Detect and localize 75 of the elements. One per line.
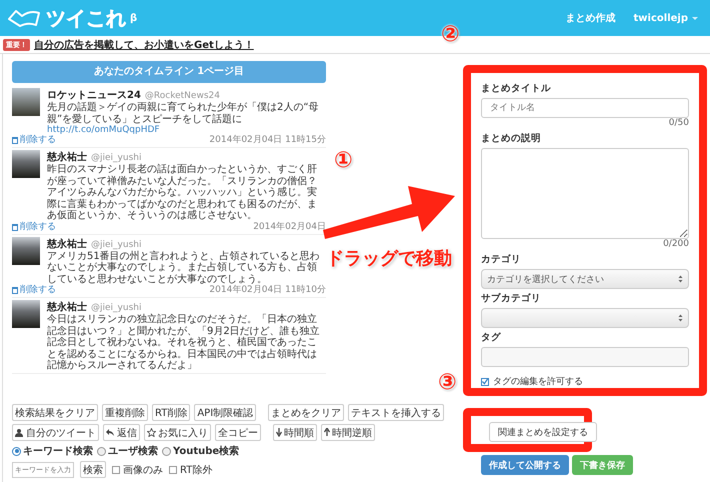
trash-icon [12, 137, 18, 144]
field-label: サブカテゴリ [481, 292, 542, 306]
step-marker: ① [334, 150, 353, 172]
logo-text: ツイこれ [46, 4, 126, 32]
field-label: まとめタイトル [481, 82, 552, 95]
search-mode-option[interactable]: Youtube検索 [162, 444, 240, 458]
tweet-date: 2014年02月04日 11時15分 [209, 135, 326, 146]
tweet-author: ロケットニュース24 [47, 89, 141, 102]
char-counter: 0/50 [668, 118, 689, 129]
tweet-handle: @jiei_yushi [91, 240, 142, 250]
tweet-handle: @jiei_yushi [91, 153, 142, 163]
toolbar-button[interactable]: まとめをクリア [268, 404, 344, 421]
arrow-down-icon [276, 428, 282, 437]
tweet-handle: @jiei_yushi [91, 303, 142, 313]
toolbar-button[interactable]: 自分のツイート [12, 424, 99, 441]
search-mode-option[interactable]: キーワード検索 [12, 444, 93, 458]
reply-icon [106, 428, 115, 437]
tweet-author: 慈永祐士 [47, 237, 87, 250]
tweet-link[interactable]: http://t.co/omMuQqpHDF [47, 125, 326, 135]
tweet-author: 慈永祐士 [47, 300, 87, 314]
tweet-handle: @RocketNews24 [144, 91, 220, 101]
toolbar-button[interactable]: RT削除 [152, 404, 190, 421]
toolbar-button[interactable]: 時間逆順 [321, 424, 375, 441]
annotation-caption: ドラッグで移動 [326, 247, 452, 270]
tweet-date: 2014年02月04日 [253, 222, 326, 232]
logo-icon [6, 7, 42, 29]
delete-link[interactable]: 削除する [12, 222, 56, 232]
tag-edit-checkbox[interactable]: タグの編集を許可する [481, 375, 689, 388]
step-marker: ③ [438, 372, 457, 394]
publish-button[interactable]: 作成して公開する [481, 455, 569, 475]
tweet-text: 昨日のスマナシリ長老の話は面白かったというか、すごく肝が座っていて禅僧みたいな人だった。「スリランカの僧侶？アイツらみんなバカだからな。ハッハッハ」という感じ。実際に言葉もわかってばかなのだと思われても困るのだが、まあ仮面というか、そういうのは感じさせない。 [47, 164, 318, 222]
toolbar-button[interactable]: 検索結果をクリア [12, 404, 98, 421]
description-field[interactable] [481, 148, 689, 240]
toolbar-button[interactable]: 返信 [103, 424, 140, 441]
toolbar-button[interactable]: API制限確認 [194, 404, 256, 421]
toolbar-button[interactable]: テキストを挿入する [348, 404, 444, 421]
toolbar-button[interactable]: 全コピー [215, 424, 261, 441]
text-field[interactable]: タイトル名 [481, 98, 689, 118]
filter-checkbox[interactable]: RT除外 [169, 462, 212, 476]
photo-placeholder [12, 88, 40, 116]
toolbar-button[interactable]: お気に入り [144, 424, 211, 441]
filter-checkbox[interactable]: 画像のみ [112, 462, 163, 476]
select-field[interactable] [481, 308, 689, 328]
photo-placeholder [12, 236, 40, 264]
arrow-up-icon [324, 428, 330, 437]
updown-icon [678, 275, 683, 284]
field-label: カテゴリ [481, 253, 522, 266]
notice-link[interactable]: 自分の広告を掲載して、お小遣いをGetしよう！ [34, 38, 254, 52]
select-field[interactable]: カテゴリを選択してください [481, 269, 689, 290]
tweet-text: 先月の話題＞ゲイの両親に育てられた少年が「僕は2人の“母親”を愛している」とスピーチをして話題に [47, 102, 320, 125]
timeline-header: あなたのタイムライン 1ページ目 [12, 61, 326, 83]
search-mode-option[interactable]: ユーザ検索 [97, 444, 158, 458]
delete-link[interactable]: 削除する [12, 135, 56, 146]
char-counter: 0/200 [662, 239, 689, 250]
updown-icon [678, 314, 683, 322]
trash-icon [12, 224, 18, 230]
tweet-author: 慈永祐士 [47, 150, 87, 164]
toolbar-button[interactable]: 時間順 [273, 424, 317, 441]
checkmark-icon [482, 378, 488, 386]
person-icon [15, 428, 24, 437]
star-icon [147, 428, 156, 437]
field-label: タグ [481, 331, 502, 344]
tweet-text: アメリカ51番目の州と言われようと、占領されていると思わないことが大事なのでしょう。また占領している方も、占領していると思わせないことが大事なのでしょう。 [47, 250, 321, 284]
beta-label: β [130, 12, 138, 24]
text-field[interactable] [481, 347, 689, 368]
field-label: まとめの説明 [481, 132, 542, 145]
tweet-date: 2014年02月04日 11時10分 [209, 285, 326, 296]
photo-placeholder [12, 300, 40, 328]
trash-icon [12, 287, 18, 294]
delete-link[interactable]: 削除する [12, 285, 56, 296]
photo-placeholder [12, 150, 40, 178]
toolbar-button[interactable]: 重複削除 [102, 404, 148, 421]
related-button[interactable]: 関連まとめを設定する [489, 422, 597, 442]
search-button[interactable]: 検索 [80, 461, 106, 478]
tweet-text: 今日はスリランカの独立記念日なのだそうだ。「日本の独立記念日はいつ？」と聞かれたが、「9月2日だけど、誰も独立記念日として祝わないね。それを祝うと、植民国であったことを認めることになるからね。日本国民の中では占領時代は記憶からスルーされてるんだよ」 [47, 314, 321, 372]
